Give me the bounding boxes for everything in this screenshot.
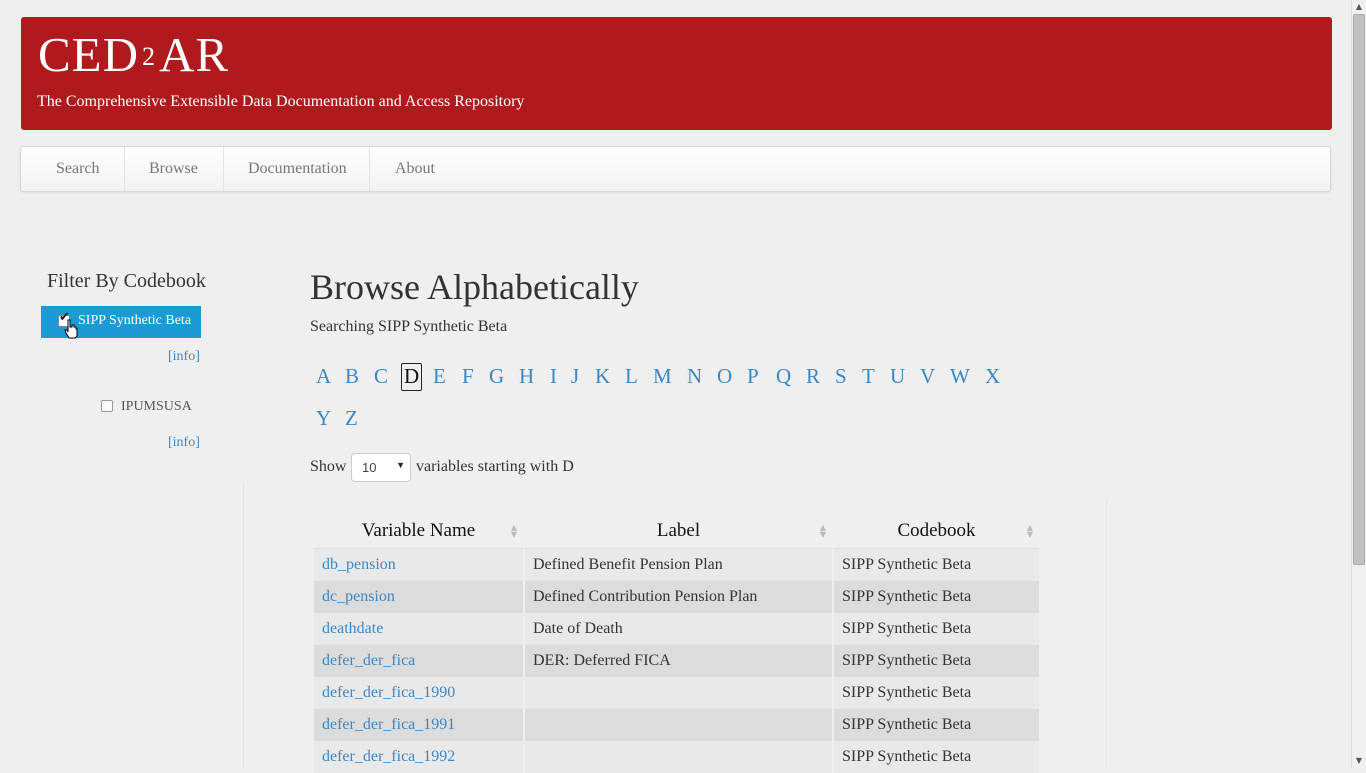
letter-link-u[interactable]: U: [890, 363, 905, 389]
hand-cursor-icon: [64, 319, 78, 339]
table-row: defer_der_fica_1990 SIPP Synthetic Beta: [314, 677, 1039, 709]
variable-label: [525, 709, 832, 741]
letter-link-v[interactable]: V: [920, 363, 935, 389]
page-scrollbar[interactable]: ▲ ▼: [1351, 0, 1366, 768]
letter-link-o[interactable]: O: [717, 363, 732, 389]
table-row: defer_der_fica DER: Deferred FICA SIPP S…: [314, 645, 1039, 677]
dropdown-arrow-icon: ▼: [396, 460, 405, 470]
letter-link-l[interactable]: L: [625, 363, 638, 389]
variable-label: Defined Benefit Pension Plan: [525, 549, 832, 581]
variable-codebook: SIPP Synthetic Beta: [834, 581, 1039, 613]
letter-link-i[interactable]: I: [550, 363, 557, 389]
searching-status: Searching SIPP Synthetic Beta: [310, 318, 508, 335]
content-divider: [1106, 500, 1107, 768]
codebook-filter-sipp[interactable]: ✔ SIPP Synthetic Beta: [41, 306, 201, 339]
table-row: defer_der_fica_1991 SIPP Synthetic Beta: [314, 709, 1039, 741]
letter-link-m[interactable]: M: [653, 363, 672, 389]
page-size-value: 10: [362, 460, 377, 475]
variable-label: [525, 677, 832, 709]
letter-link-y[interactable]: Y: [316, 405, 331, 431]
letter-link-d[interactable]: D: [401, 363, 423, 391]
letter-link-s[interactable]: S: [835, 363, 847, 389]
variable-name-link[interactable]: defer_der_fica_1991: [314, 709, 523, 741]
variable-name-link[interactable]: defer_der_fica_1990: [314, 677, 523, 709]
variable-label: [525, 741, 832, 773]
variable-codebook: SIPP Synthetic Beta: [834, 645, 1039, 677]
variable-codebook: SIPP Synthetic Beta: [834, 709, 1039, 741]
scroll-up-icon[interactable]: ▲: [1352, 0, 1366, 14]
variable-name-link[interactable]: deathdate: [314, 613, 523, 645]
table-row: dc_pension Defined Contribution Pension …: [314, 581, 1039, 613]
codebook-info-link-ipumsusa[interactable]: [info]: [168, 435, 200, 451]
letter-link-k[interactable]: K: [595, 363, 610, 389]
variable-codebook: SIPP Synthetic Beta: [834, 741, 1039, 773]
nav-about[interactable]: About: [395, 147, 435, 191]
letter-link-p[interactable]: P: [747, 363, 759, 389]
letter-link-g[interactable]: G: [489, 363, 504, 389]
variable-label: DER: Deferred FICA: [525, 645, 832, 677]
page-size-select[interactable]: 10 ▼: [351, 453, 411, 482]
column-header-codebook[interactable]: Codebook ▲ ▼: [834, 514, 1039, 549]
checkbox[interactable]: [101, 400, 113, 412]
codebook-info-link-sipp[interactable]: [info]: [168, 349, 200, 365]
filter-title: Filter By Codebook: [47, 270, 206, 292]
sort-icon: ▲ ▼: [1026, 523, 1033, 539]
letter-link-z[interactable]: Z: [345, 405, 358, 431]
nav-separator: [124, 147, 125, 191]
show-suffix-text: variables starting with D: [416, 458, 574, 475]
nav-separator: [369, 147, 370, 191]
nav-browse[interactable]: Browse: [149, 147, 198, 191]
table-row: db_pension Defined Benefit Pension Plan …: [314, 549, 1039, 581]
sort-icon: ▲ ▼: [819, 523, 826, 539]
main-nav: Search Browse Documentation About: [20, 146, 1331, 192]
letter-link-f[interactable]: F: [462, 363, 474, 389]
nav-documentation[interactable]: Documentation: [248, 147, 347, 191]
table-row: defer_der_fica_1992 SIPP Synthetic Beta: [314, 741, 1039, 773]
letter-link-t[interactable]: T: [862, 363, 875, 389]
letter-link-q[interactable]: Q: [776, 363, 791, 389]
show-label: Show: [310, 458, 347, 475]
letter-link-r[interactable]: R: [806, 363, 820, 389]
table-row: deathdate Date of Death SIPP Synthetic B…: [314, 613, 1039, 645]
sort-icon: ▲ ▼: [510, 523, 517, 539]
variable-name-link[interactable]: dc_pension: [314, 581, 523, 613]
variable-label: Date of Death: [525, 613, 832, 645]
variable-codebook: SIPP Synthetic Beta: [834, 549, 1039, 581]
letter-link-j[interactable]: J: [571, 363, 579, 389]
letter-link-x[interactable]: X: [985, 363, 1000, 389]
letter-link-n[interactable]: N: [687, 363, 702, 389]
variable-codebook: SIPP Synthetic Beta: [834, 613, 1039, 645]
letter-link-h[interactable]: H: [519, 363, 534, 389]
codebook-label: SIPP Synthetic Beta: [78, 313, 192, 328]
letter-link-w[interactable]: W: [950, 363, 970, 389]
site-logo[interactable]: CED 2AR: [38, 27, 229, 83]
letter-link-c[interactable]: C: [374, 363, 388, 389]
variable-label: Defined Contribution Pension Plan: [525, 581, 832, 613]
column-header-label[interactable]: Label ▲ ▼: [525, 514, 832, 549]
scrollbar-thumb[interactable]: [1353, 14, 1365, 565]
letter-link-b[interactable]: B: [345, 363, 359, 389]
variable-codebook: SIPP Synthetic Beta: [834, 677, 1039, 709]
variable-name-link[interactable]: defer_der_fica: [314, 645, 523, 677]
site-header: CED 2AR The Comprehensive Extensible Data…: [21, 17, 1332, 130]
nav-search[interactable]: Search: [56, 147, 100, 191]
scroll-down-icon[interactable]: ▼: [1352, 754, 1366, 768]
page-title: Browse Alphabetically: [310, 267, 639, 307]
column-header-variable-name[interactable]: Variable Name ▲ ▼: [314, 514, 523, 549]
letter-link-a[interactable]: A: [316, 363, 331, 389]
site-tagline: The Comprehensive Extensible Data Docume…: [37, 93, 525, 110]
content-divider: [243, 483, 244, 768]
letter-link-e[interactable]: E: [433, 363, 446, 389]
variable-name-link[interactable]: defer_der_fica_1992: [314, 741, 523, 773]
codebook-label: IPUMSUSA: [121, 399, 192, 414]
variables-table: Variable Name ▲ ▼ Label ▲ ▼ Codebook ▲ ▼ db_pe…: [312, 514, 1041, 773]
codebook-filter-ipumsusa[interactable]: IPUMSUSA: [101, 399, 201, 419]
nav-separator: [223, 147, 224, 191]
variable-name-link[interactable]: db_pension: [314, 549, 523, 581]
